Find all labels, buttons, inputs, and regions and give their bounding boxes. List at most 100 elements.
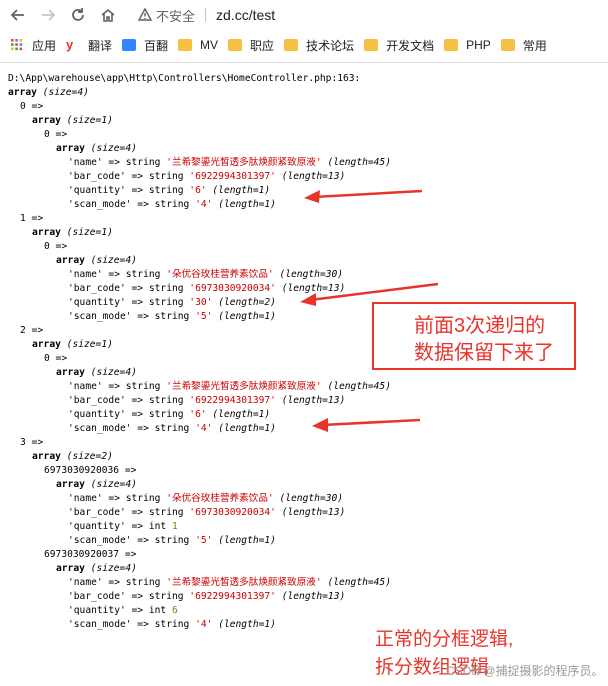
dump-line: array (size=4) (56, 142, 137, 156)
dump-token: '30' (189, 297, 213, 308)
dump-token: '兰希黎鎏光皙透多肽焕颜紧致原液' (166, 381, 322, 392)
dump-token: 'scan_mode' => string (68, 619, 196, 630)
folder-icon (500, 39, 515, 51)
watermark: CSDN @捕捉摄影的程序员。 (446, 664, 604, 678)
dump-line: 'quantity' => string '6' (length=1) (68, 184, 270, 198)
bookmark-translate[interactable]: y 翻译 (66, 37, 112, 54)
folder-icon (444, 39, 459, 51)
dump-token: 'bar_code' => string (68, 591, 190, 602)
dump-token: '兰希黎鎏光皙透多肽焕颜紧致原液' (166, 577, 322, 588)
dump-token: array (56, 143, 85, 154)
reload-button[interactable] (66, 3, 90, 27)
address-bar[interactable]: 不安全 zd.cc/test (138, 3, 598, 27)
dump-line: 'name' => string '兰希黎鎏光皙透多肽焕颜紧致原液' (leng… (68, 380, 391, 394)
dump-token: 0 => (44, 353, 68, 364)
dump-line: 'bar_code' => string '6973030920034' (le… (68, 506, 345, 520)
bookmarks-bar: 应用 y 翻译 百翻 MV 职应 技术论坛 开发文档 PHP 常用 (0, 32, 608, 58)
dump-line: 'bar_code' => string '6922994301397' (le… (68, 590, 345, 604)
dump-line: 'quantity' => string '30' (length=2) (68, 296, 276, 310)
dump-token: 'name' => string (68, 157, 167, 168)
arrow-annotation (304, 189, 423, 203)
bookmark-apps[interactable]: 应用 (10, 37, 56, 54)
dump-token: (length=2) (218, 297, 276, 308)
dump-line: 1 => (20, 212, 43, 226)
url-text[interactable]: zd.cc/test (216, 7, 275, 23)
dump-token: array (32, 451, 61, 462)
dump-token: (size=4) (90, 479, 137, 490)
dump-token: (length=13) (281, 395, 346, 406)
dump-line: array (size=4) (56, 562, 137, 576)
dump-token: (length=1) (218, 619, 276, 630)
dump-token: 1 => (20, 213, 44, 224)
dump-line: 0 => (20, 100, 43, 114)
dump-token: 'name' => string (68, 493, 167, 504)
bookmark-folder-mv[interactable]: MV (178, 38, 218, 52)
dump-line: 'name' => string '兰希黎鎏光皙透多肽焕颜紧致原液' (leng… (68, 576, 391, 590)
bookmark-label: PHP (466, 38, 491, 52)
dump-token: '朵优谷玫桂营养素饮品' (166, 269, 274, 280)
dump-line: 6973030920037 => (44, 548, 136, 562)
reload-icon (72, 8, 84, 21)
dump-token: '6973030920034' (189, 283, 276, 294)
dump-token: array (56, 479, 85, 490)
dump-token: 6973030920037 => (44, 549, 137, 560)
dump-token: (size=2) (66, 451, 113, 462)
dump-line: 6973030920036 => (44, 464, 136, 478)
bookmark-folder-php[interactable]: PHP (444, 38, 491, 52)
dump-line: array (size=1) (32, 226, 113, 240)
dump-token: 'name' => string (68, 381, 167, 392)
dump-token: 'quantity' => string (68, 185, 190, 196)
bookmark-folder-common[interactable]: 常用 (500, 37, 547, 54)
bookmark-folder-docs[interactable]: 开发文档 (364, 37, 434, 54)
dump-token: 0 => (44, 241, 68, 252)
dump-token: array (32, 227, 61, 238)
home-button[interactable] (96, 3, 120, 27)
bookmark-folder-jobs[interactable]: 职应 (228, 37, 274, 54)
dump-token: 'scan_mode' => string (68, 199, 196, 210)
dump-token: 2 => (20, 325, 44, 336)
bookmark-folder-forums[interactable]: 技术论坛 (284, 37, 354, 54)
correct-note-line1: 正常的分框逻辑, (375, 629, 514, 650)
dump-token: (length=13) (281, 591, 346, 602)
dump-line: array (size=1) (32, 338, 113, 352)
bookmark-label: MV (200, 38, 219, 52)
dump-line: 0 => (44, 128, 67, 142)
dump-token: (length=45) (327, 577, 391, 588)
dump-line: 'name' => string '兰希黎鎏光皙透多肽焕颜紧致原液' (leng… (68, 156, 391, 170)
dump-token: (length=30) (279, 493, 344, 504)
dump-token: '4' (195, 619, 213, 630)
dump-line: 'scan_mode' => string '5' (length=1) (68, 310, 276, 324)
dump-token: 6973030920036 => (44, 465, 137, 476)
dump-token: 'bar_code' => string (68, 171, 190, 182)
bookmark-label: 职应 (250, 38, 275, 53)
dump-token: 'quantity' => int (68, 521, 172, 532)
toolbar-divider (0, 62, 608, 63)
dump-line: 'scan_mode' => string '4' (length=1) (68, 198, 276, 212)
dump-token: (size=4) (42, 87, 89, 98)
dump-token: (length=45) (327, 157, 391, 168)
back-button[interactable] (6, 3, 30, 27)
dump-line: 'scan_mode' => string '4' (length=1) (68, 618, 276, 632)
dump-token: (length=30) (279, 269, 344, 280)
dump-token: (length=1) (212, 185, 271, 196)
dump-line: 'bar_code' => string '6922994301397' (le… (68, 394, 345, 408)
dump-token: 'name' => string (68, 269, 167, 280)
bookmark-label: 翻译 (88, 38, 113, 53)
forward-button[interactable] (36, 3, 60, 27)
dump-line: 'quantity' => int 6 (68, 604, 178, 618)
folder-icon (228, 39, 243, 51)
browser-toolbar: 不安全 zd.cc/test (0, 0, 608, 30)
dump-token: '6922994301397' (189, 171, 276, 182)
bookmark-baidu-translate[interactable]: 百翻 (122, 37, 168, 54)
dump-line: array (size=4) (56, 254, 137, 268)
dump-token: 'name' => string (68, 577, 167, 588)
dump-line: 'scan_mode' => string '5' (length=1) (68, 534, 276, 548)
dump-line: 2 => (20, 324, 43, 338)
bookmark-label: 百翻 (144, 38, 169, 53)
dump-token: 'bar_code' => string (68, 507, 190, 518)
dump-token: (length=1) (212, 409, 271, 420)
bookmark-label: 技术论坛 (306, 38, 355, 53)
dump-token: '5' (195, 535, 213, 546)
dump-token: 'quantity' => string (68, 409, 190, 420)
dump-token: array (32, 115, 61, 126)
